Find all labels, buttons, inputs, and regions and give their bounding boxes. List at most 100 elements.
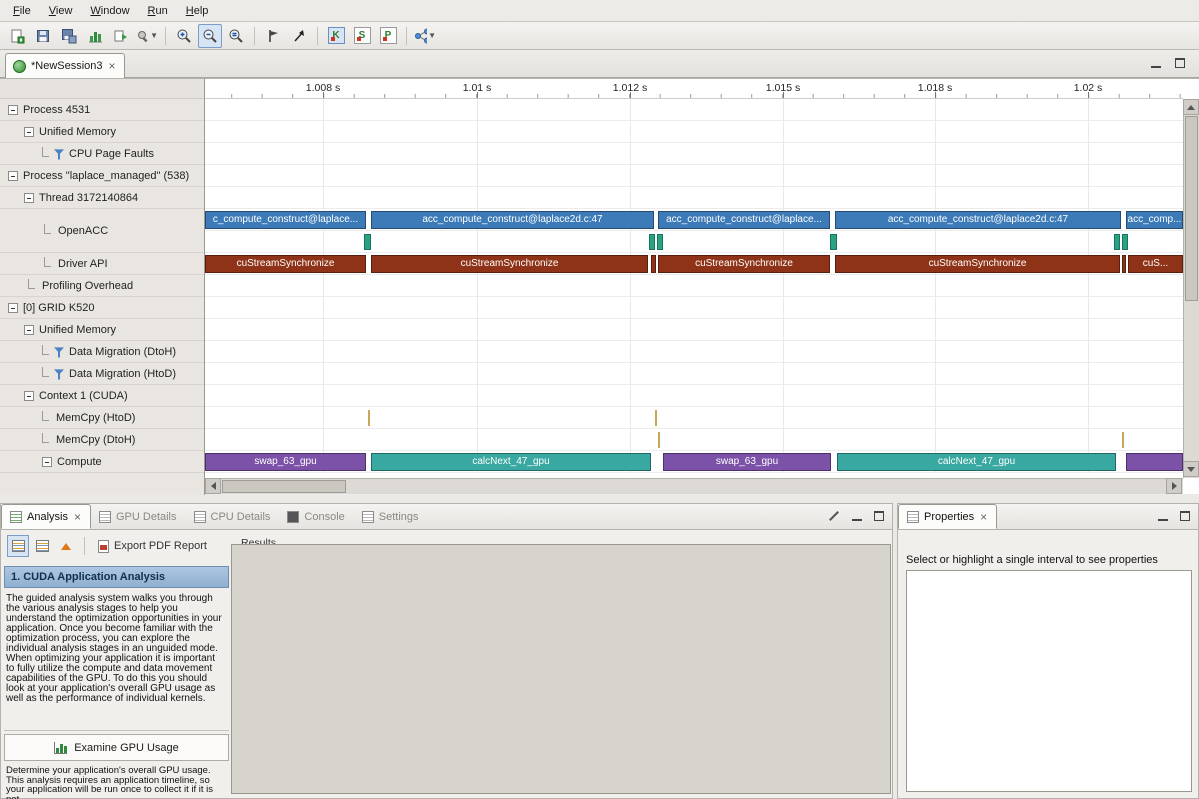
maximize-icon[interactable] — [874, 511, 884, 521]
openacc-marker[interactable] — [364, 234, 371, 250]
tab-analysis[interactable]: Analysis × — [1, 504, 91, 529]
save-as-button[interactable] — [57, 24, 81, 48]
openacc-marker[interactable] — [1122, 234, 1128, 250]
collapse-toggle-icon[interactable] — [24, 193, 34, 203]
row-unified-memory[interactable]: Unified Memory — [0, 121, 204, 143]
collapse-toggle-icon[interactable] — [8, 171, 18, 181]
minimize-icon[interactable] — [1158, 512, 1168, 521]
scroll-left-button[interactable] — [205, 478, 221, 494]
row-process-laplace[interactable]: Process "laplace_managed" (538) — [0, 165, 204, 187]
menu-view[interactable]: View — [40, 2, 82, 20]
export-button[interactable] — [109, 24, 133, 48]
collapse-toggle-icon[interactable] — [8, 105, 18, 115]
save-button[interactable] — [31, 24, 55, 48]
kernel-interval[interactable] — [1126, 453, 1183, 471]
minimize-icon[interactable] — [1151, 59, 1161, 68]
zoom-out-button[interactable] — [198, 24, 222, 48]
marker-arrow-button[interactable] — [287, 24, 311, 48]
timeline-canvas[interactable]: c_compute_construct@laplace... acc_compu… — [205, 99, 1183, 495]
vertical-scrollbar[interactable] — [1183, 99, 1199, 478]
kernel-mode-button[interactable]: K — [324, 24, 348, 48]
menu-run[interactable]: Run — [139, 2, 177, 20]
row-process-4531[interactable]: Process 4531 — [0, 99, 204, 121]
row-grid-k520[interactable]: [0] GRID K520 — [0, 297, 204, 319]
close-tab-icon[interactable]: × — [108, 61, 117, 71]
process-mode-button[interactable]: P — [376, 24, 400, 48]
stream-mode-button[interactable]: S — [350, 24, 374, 48]
kernel-interval[interactable]: swap_63_gpu — [205, 453, 366, 471]
export-pdf-button[interactable]: Export PDF Report — [92, 537, 213, 556]
row-memcpy-dtoh[interactable]: MemCpy (DtoH) — [0, 429, 204, 451]
row-data-migration-htod[interactable]: Data Migration (HtoD) — [0, 363, 204, 385]
memcpy-htod-interval[interactable] — [655, 410, 657, 426]
row-context-1-cuda[interactable]: Context 1 (CUDA) — [0, 385, 204, 407]
marker-flag-button[interactable] — [261, 24, 285, 48]
driver-api-interval[interactable] — [651, 255, 656, 273]
filter-funnel-icon[interactable] — [54, 369, 64, 380]
horizontal-scroll-thumb[interactable] — [222, 480, 346, 493]
tab-settings[interactable]: Settings — [354, 504, 428, 529]
openacc-interval[interactable]: acc_comp... — [1126, 211, 1183, 229]
examine-gpu-usage-button[interactable]: Examine GPU Usage — [4, 734, 229, 761]
openacc-marker[interactable] — [657, 234, 663, 250]
openacc-interval[interactable]: acc_compute_construct@laplace2d.c:47 — [371, 211, 654, 229]
maximize-icon[interactable] — [1180, 511, 1190, 521]
row-profiling-overhead[interactable]: Profiling Overhead — [0, 275, 204, 297]
promote-stage-button[interactable] — [55, 535, 77, 557]
analysis-flow-button[interactable]: ▼ — [413, 24, 437, 48]
row-driver-api[interactable]: Driver API — [0, 253, 204, 275]
kernel-interval[interactable]: calcNext_47_gpu — [371, 453, 651, 471]
openacc-interval[interactable]: acc_compute_construct@laplace... — [658, 211, 830, 229]
tab-gpu-details[interactable]: GPU Details — [91, 504, 186, 529]
driver-api-interval[interactable]: cuS... — [1128, 255, 1183, 273]
horizontal-scrollbar[interactable] — [205, 478, 1183, 494]
close-tab-icon[interactable]: × — [73, 512, 82, 522]
kernel-interval[interactable]: calcNext_47_gpu — [837, 453, 1116, 471]
openacc-marker[interactable] — [830, 234, 837, 250]
scroll-up-button[interactable] — [1183, 99, 1199, 115]
driver-api-interval[interactable]: cuStreamSynchronize — [371, 255, 648, 273]
openacc-interval[interactable]: acc_compute_construct@laplace2d.c:47 — [835, 211, 1121, 229]
row-unified-memory-gpu[interactable]: Unified Memory — [0, 319, 204, 341]
row-thread[interactable]: Thread 3172140864 — [0, 187, 204, 209]
session-tab[interactable]: *NewSession3 × — [5, 53, 125, 78]
new-session-button[interactable] — [5, 24, 29, 48]
close-tab-icon[interactable]: × — [979, 512, 988, 522]
row-memcpy-htod[interactable]: MemCpy (HtoD) — [0, 407, 204, 429]
tab-console[interactable]: Console — [279, 504, 353, 529]
unguided-analysis-button[interactable] — [31, 535, 53, 557]
row-openacc[interactable]: OpenACC — [0, 209, 204, 253]
collapse-toggle-icon[interactable] — [24, 325, 34, 335]
collapse-toggle-icon[interactable] — [24, 127, 34, 137]
minimize-icon[interactable] — [852, 512, 862, 521]
memcpy-htod-interval[interactable] — [368, 410, 370, 426]
row-data-migration-dtoh[interactable]: Data Migration (DtoH) — [0, 341, 204, 363]
menu-help[interactable]: Help — [177, 2, 218, 20]
zoom-fit-button[interactable] — [224, 24, 248, 48]
scroll-down-button[interactable] — [1183, 461, 1199, 477]
menu-file[interactable]: File — [4, 2, 40, 20]
memcpy-dtoh-interval[interactable] — [658, 432, 660, 448]
tab-properties[interactable]: Properties × — [898, 504, 997, 529]
row-compute[interactable]: Compute — [0, 451, 204, 473]
driver-api-interval[interactable]: cuStreamSynchronize — [658, 255, 830, 273]
kernel-interval[interactable]: swap_63_gpu — [663, 453, 831, 471]
scroll-right-button[interactable] — [1166, 478, 1182, 494]
settings-dropdown-button[interactable]: ▼ — [135, 24, 159, 48]
guided-analysis-button[interactable] — [7, 535, 29, 557]
driver-api-interval[interactable] — [1122, 255, 1126, 273]
report-chart-button[interactable] — [83, 24, 107, 48]
zoom-in-button[interactable] — [172, 24, 196, 48]
openacc-marker[interactable] — [649, 234, 655, 250]
tab-cpu-details[interactable]: CPU Details — [186, 504, 280, 529]
row-cpu-page-faults[interactable]: CPU Page Faults — [0, 143, 204, 165]
maximize-icon[interactable] — [1175, 58, 1185, 68]
openacc-interval[interactable]: c_compute_construct@laplace... — [205, 211, 366, 229]
openacc-marker[interactable] — [1114, 234, 1120, 250]
memcpy-dtoh-interval[interactable] — [1122, 432, 1124, 448]
collapse-toggle-icon[interactable] — [24, 391, 34, 401]
view-menu-icon[interactable] — [829, 511, 839, 521]
filter-funnel-icon[interactable] — [54, 347, 64, 358]
timeline-ruler[interactable]: 1.008 s 1.01 s 1.012 s 1.015 s 1.018 s 1… — [205, 79, 1183, 99]
filter-funnel-icon[interactable] — [54, 149, 64, 160]
